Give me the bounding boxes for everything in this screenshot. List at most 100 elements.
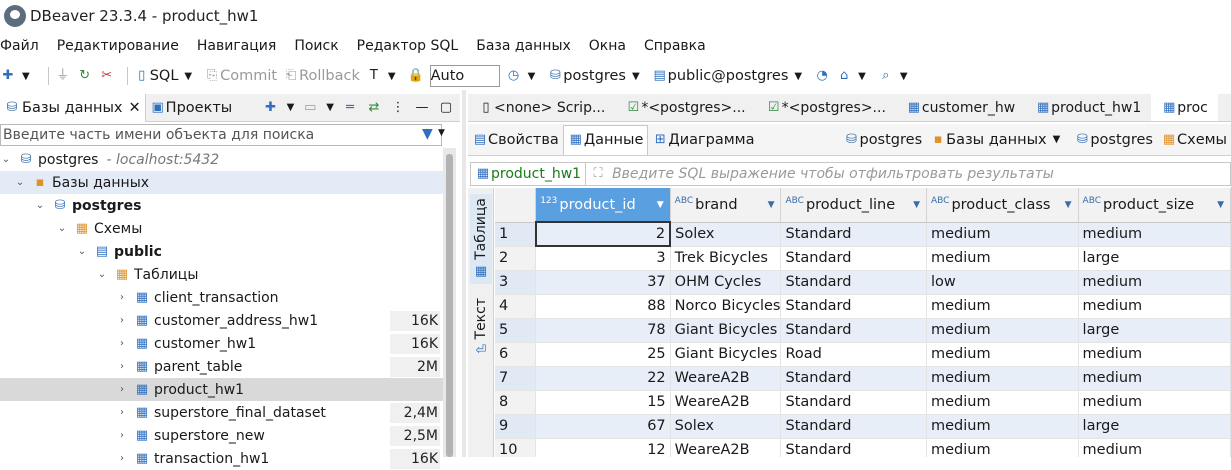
link-editor-icon[interactable]: ⇄ <box>366 100 382 116</box>
table-row[interactable]: 3 37 OHM Cycles Standard low medium <box>495 270 1231 295</box>
table-cell[interactable]: medium <box>1078 366 1231 391</box>
sql-filter-input[interactable]: Введите SQL выражение чтобы отфильтроват… <box>612 166 1054 182</box>
tab-diagram[interactable]: ⊞ Диаграмма <box>648 125 758 155</box>
tab-table-view[interactable]: Таблица ▦ <box>470 194 492 284</box>
search-button[interactable]: ⌕ ▼ <box>878 68 914 84</box>
table-cell[interactable]: Standard <box>780 318 927 343</box>
table-cell[interactable]: low <box>926 270 1079 295</box>
table-cell[interactable]: medium <box>1078 342 1231 367</box>
tools-button[interactable]: ⌂ ▼ <box>836 68 872 84</box>
chevron-right-icon[interactable]: › <box>116 430 128 441</box>
chevron-down-icon[interactable]: ⌄ <box>14 177 26 188</box>
breadcrumb-databases[interactable]: ▪ Базы данных ▼ <box>926 125 1070 155</box>
menu-sql-editor[interactable]: Редактор SQL <box>357 38 459 54</box>
table-cell[interactable]: Giant Bicycles <box>670 342 782 367</box>
table-cell[interactable]: Solex <box>670 222 782 247</box>
sort-icon[interactable]: ▼ <box>1217 200 1224 210</box>
tree-node-table[interactable]: › ▦ customer_address_hw1 16K <box>0 309 456 332</box>
table-cell[interactable]: Giant Bicycles <box>670 318 782 343</box>
sort-icon[interactable]: ▼ <box>657 200 664 210</box>
tab-postgres-2[interactable]: ☑ *<postgres>... <box>756 94 896 121</box>
menu-database[interactable]: База данных <box>476 38 571 54</box>
table-cell[interactable]: WeareA2B <box>670 390 782 415</box>
chevron-right-icon[interactable]: › <box>116 361 128 372</box>
table-cell[interactable]: 12 <box>535 438 671 457</box>
commit-button[interactable]: ⎘ Commit <box>204 68 277 84</box>
rollback-button[interactable]: ⎗ Rollback <box>283 68 360 84</box>
menu-help[interactable]: Справка <box>644 38 706 54</box>
column-header[interactable]: ABC brand ▼ <box>670 188 782 223</box>
schema-selector[interactable]: ▤ public@postgres ▼ <box>652 68 808 84</box>
table-cell[interactable]: medium <box>1078 294 1231 319</box>
table-cell[interactable]: 37 <box>535 270 671 295</box>
tree-node-tables[interactable]: ⌄ ▦ Таблицы <box>0 263 456 286</box>
tab-proc[interactable]: ▦ proc <box>1151 94 1218 121</box>
sort-icon[interactable]: ▼ <box>1065 200 1072 210</box>
minimize-icon[interactable]: — <box>414 100 430 116</box>
chevron-right-icon[interactable]: › <box>116 384 128 395</box>
chevron-right-icon[interactable]: › <box>116 292 128 303</box>
maximize-icon[interactable]: ▢ <box>438 100 454 116</box>
table-cell[interactable]: 67 <box>535 414 671 439</box>
panel-divider[interactable] <box>462 90 466 457</box>
table-row[interactable]: 4 88 Norco Bicycles Standard medium medium <box>495 294 1231 319</box>
table-row[interactable]: 7 22 WeareA2B Standard medium medium <box>495 366 1231 391</box>
table-row[interactable]: 5 78 Giant Bicycles Standard medium large <box>495 318 1231 343</box>
close-icon[interactable]: ✕ <box>129 100 141 116</box>
reconnect-button[interactable]: ↻ <box>77 68 93 84</box>
table-cell[interactable]: large <box>1078 318 1231 343</box>
chevron-down-icon[interactable]: ⌄ <box>0 154 12 165</box>
table-row[interactable]: 10 12 WeareA2B Standard medium medium <box>495 438 1231 457</box>
table-cell[interactable]: 78 <box>535 318 671 343</box>
view-menu-icon[interactable]: ⋮ <box>390 100 406 116</box>
tree-node-databases[interactable]: ⌄ ▪ Базы данных <box>0 171 456 194</box>
table-cell[interactable]: Standard <box>780 438 927 457</box>
tree-node-connection[interactable]: ⌄ ⛁ postgres - localhost:5432 <box>0 148 456 171</box>
commit-mode-box[interactable]: Auto <box>429 65 500 87</box>
table-cell[interactable]: medium <box>926 246 1079 271</box>
column-header[interactable]: ABC product_size ▼ <box>1078 188 1231 223</box>
tree-node-database[interactable]: ⌄ ⛁ postgres <box>0 194 456 217</box>
tree-node-table-selected[interactable]: › ▦ product_hw1 <box>0 378 456 401</box>
table-cell[interactable]: WeareA2B <box>670 438 782 457</box>
breadcrumb-schemas[interactable]: ▦ Схемы <box>1157 125 1231 155</box>
chevron-down-icon[interactable]: ⌄ <box>76 246 88 257</box>
table-cell[interactable]: Standard <box>780 414 927 439</box>
object-search-input[interactable]: Введите часть имени объекта для поиска <box>0 124 442 146</box>
datasource-selector[interactable]: ⛁ postgres ▼ <box>547 68 645 84</box>
chevron-down-icon[interactable]: ⌄ <box>34 200 46 211</box>
table-cell[interactable]: Trek Bicycles <box>670 246 782 271</box>
table-cell[interactable]: 3 <box>535 246 671 271</box>
table-cell[interactable]: medium <box>926 438 1079 457</box>
table-cell[interactable]: Standard <box>780 294 927 319</box>
table-cell[interactable]: medium <box>926 414 1079 439</box>
tree-node-table[interactable]: › ▦ parent_table 2M <box>0 355 456 378</box>
tab-postgres-1[interactable]: ☑ *<postgres>... <box>615 94 755 121</box>
table-cell[interactable]: large <box>1078 246 1231 271</box>
table-cell[interactable]: medium <box>1078 438 1231 457</box>
new-folder-icon[interactable]: ▭ <box>302 100 318 116</box>
table-cell[interactable]: Standard <box>780 246 927 271</box>
tree-node-table[interactable]: › ▦ superstore_new 2,5M <box>0 424 456 447</box>
column-header[interactable]: ABC product_class ▼ <box>926 188 1079 223</box>
table-cell[interactable]: Standard <box>780 270 927 295</box>
table-cell[interactable]: Solex <box>670 414 782 439</box>
expand-filter-icon[interactable]: ⛶ <box>590 166 606 182</box>
column-header[interactable]: 123 product_id ▼ <box>535 188 671 223</box>
table-cell[interactable]: medium <box>926 342 1079 367</box>
transaction-mode-button[interactable]: T ▼ <box>366 68 402 84</box>
tree-scrollbar-thumb[interactable] <box>446 154 453 457</box>
table-cell[interactable]: OHM Cycles <box>670 270 782 295</box>
menu-search[interactable]: Поиск <box>294 38 338 54</box>
chevron-right-icon[interactable]: › <box>116 453 128 464</box>
tab-properties[interactable]: ▤ Свойства <box>468 125 563 155</box>
tree-node-schema[interactable]: ⌄ ▤ public <box>0 240 456 263</box>
tab-script[interactable]: ▯ <none> Scrip... <box>468 94 615 121</box>
sort-icon[interactable]: ▼ <box>768 200 775 210</box>
chevron-down-icon[interactable]: ⌄ <box>56 223 68 234</box>
column-header[interactable]: ABC product_line ▼ <box>780 188 927 223</box>
table-cell[interactable]: 2 <box>534 221 672 247</box>
table-cell[interactable]: 22 <box>535 366 671 391</box>
table-cell[interactable]: medium <box>1078 390 1231 415</box>
chevron-right-icon[interactable]: › <box>116 315 128 326</box>
